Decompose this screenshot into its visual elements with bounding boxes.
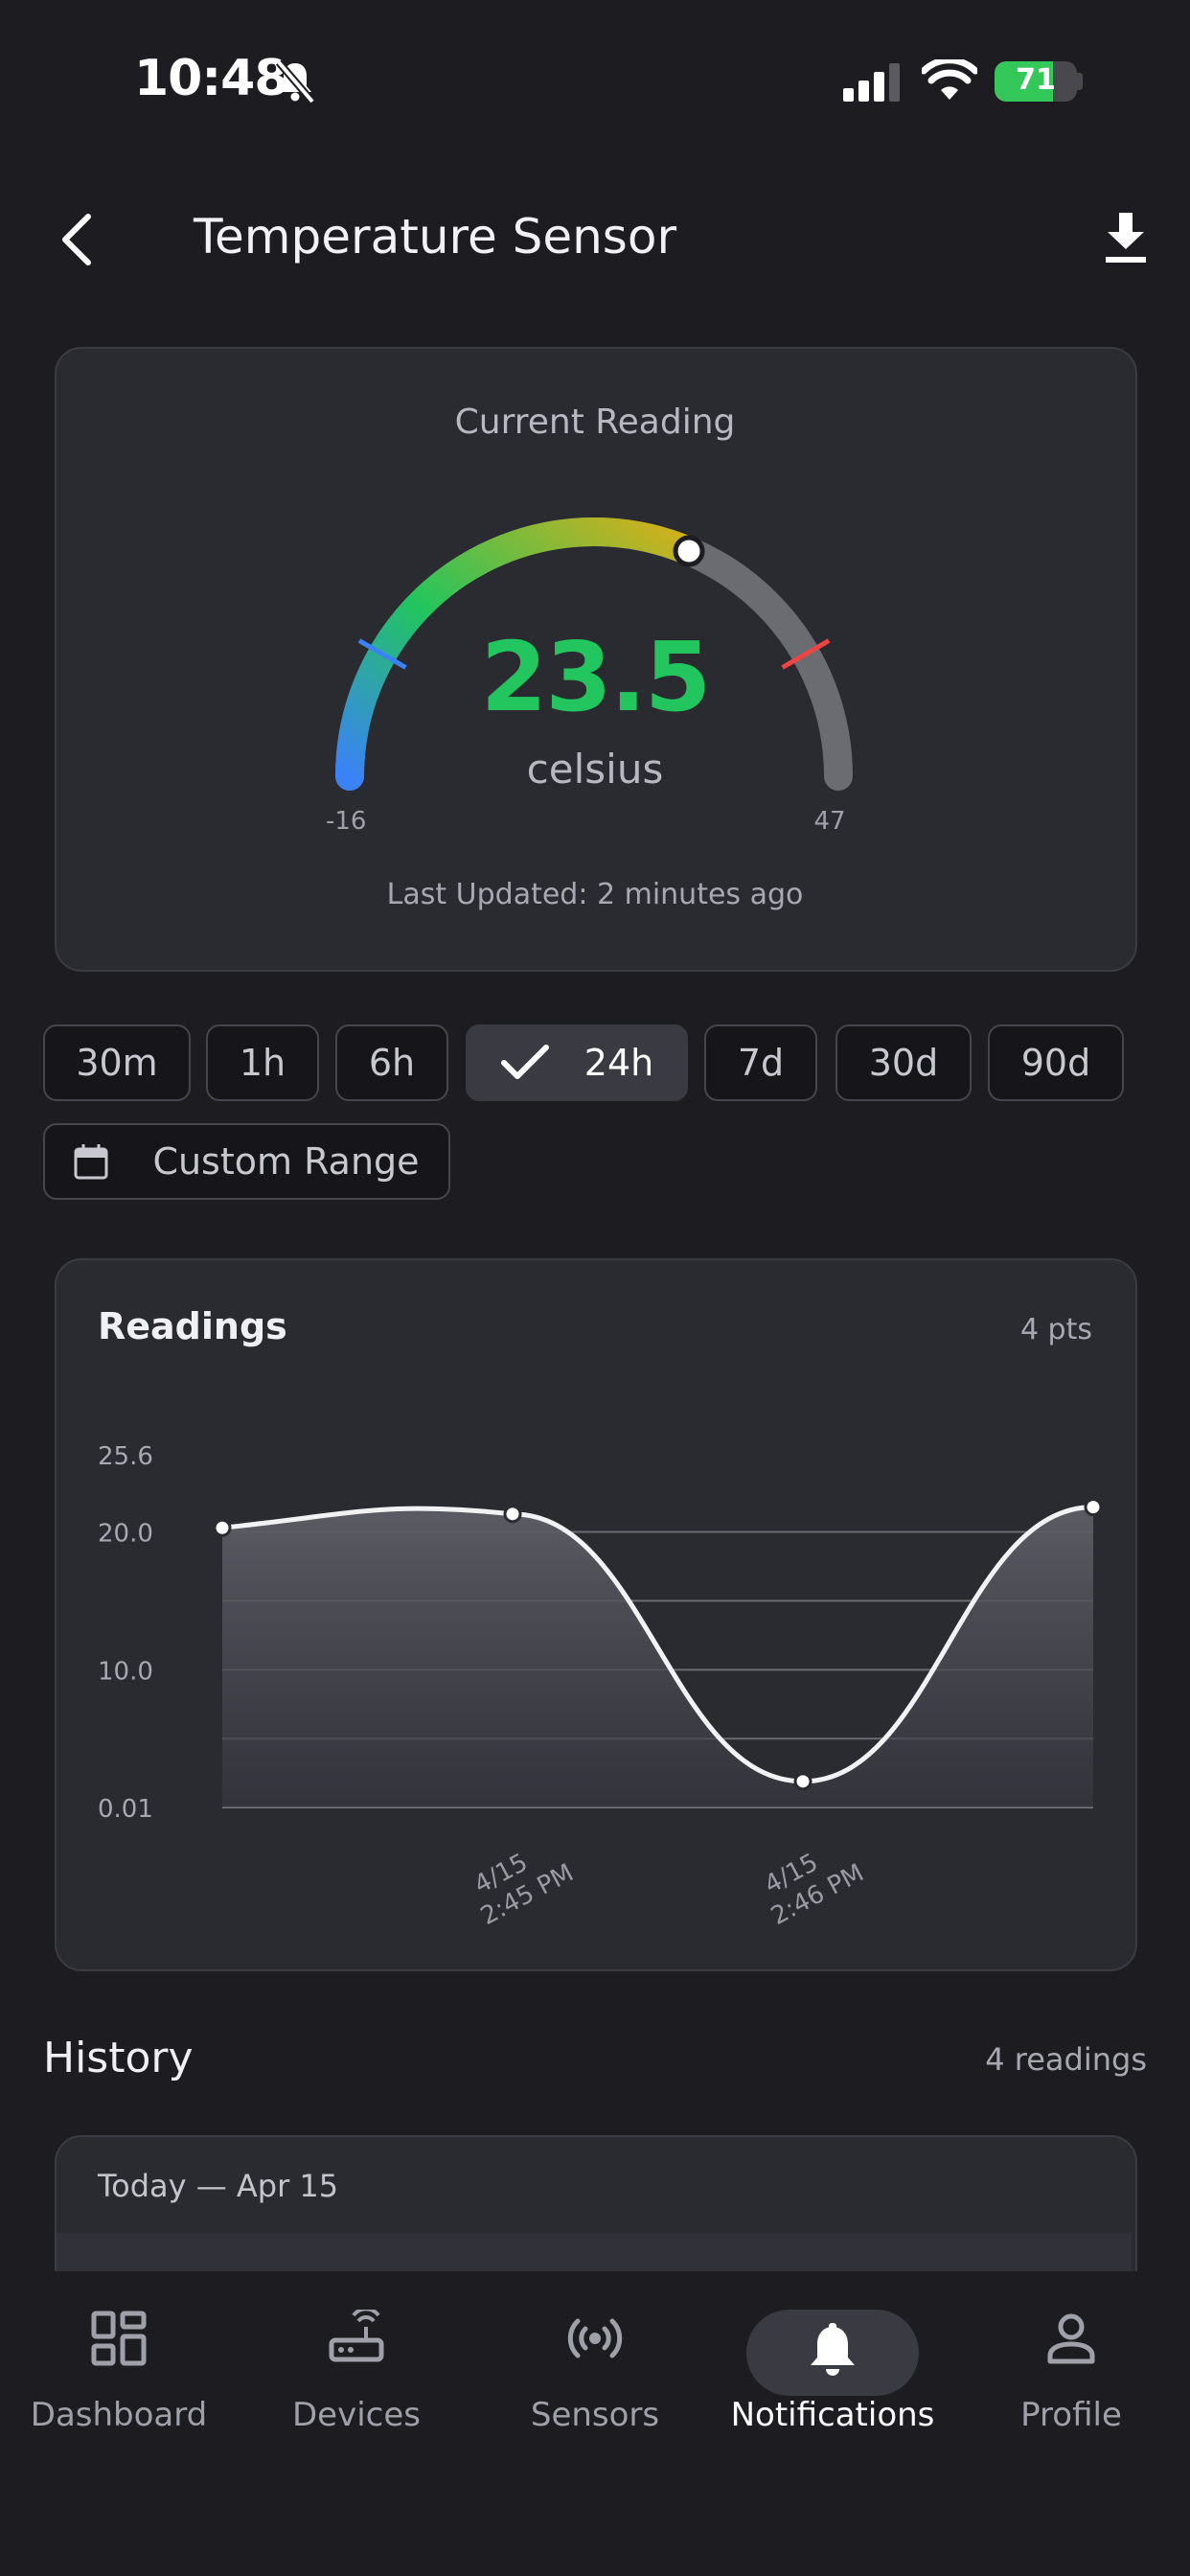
- reading-unit: celsius: [526, 746, 664, 793]
- chart-data-point[interactable]: [793, 1772, 812, 1791]
- readings-chart: 25.6 20.0 10.0 0.01 4/152:45 PM 4/152:46 PM: [98, 1442, 1103, 1931]
- bell-icon: [811, 2323, 855, 2376]
- nav-label: Devices: [292, 2396, 421, 2434]
- range-chip-7d[interactable]: 7d: [704, 1024, 817, 1101]
- current-reading-title: Current Reading: [454, 402, 736, 442]
- status-time: 10:48: [134, 50, 289, 107]
- nav-item-sensors[interactable]: Sensors: [476, 2310, 714, 2434]
- calendar-icon: [74, 1144, 108, 1180]
- range-chip-label: 90d: [1020, 1042, 1091, 1084]
- nav-item-notifications[interactable]: Notifications: [714, 2310, 951, 2434]
- router-icon: [329, 2310, 384, 2362]
- page-title: Temperature Sensor: [194, 209, 677, 264]
- chart-point-count: 4 pts: [1019, 1313, 1092, 1346]
- nav-item-dashboard[interactable]: Dashboard: [0, 2310, 238, 2434]
- battery-indicator: 71: [995, 61, 1077, 102]
- custom-range-button[interactable]: Custom Range: [43, 1123, 450, 1200]
- nav-label: Dashboard: [30, 2396, 208, 2434]
- history-count: 4 readings: [985, 2041, 1147, 2078]
- x-tick-label: 4/152:45 PM: [462, 1831, 579, 1931]
- chart-data-point[interactable]: [213, 1518, 232, 1537]
- range-chip-1h[interactable]: 1h: [206, 1024, 319, 1101]
- download-icon[interactable]: [1102, 211, 1150, 264]
- chart-title: Readings: [98, 1305, 287, 1347]
- range-chip-label: 30d: [868, 1042, 939, 1084]
- gauge-min-label: -16: [326, 807, 367, 836]
- battery-nub: [1077, 73, 1083, 90]
- chart-data-point[interactable]: [1084, 1498, 1103, 1517]
- nav-label: Profile: [1020, 2396, 1122, 2434]
- range-chip-label: 24h: [584, 1042, 654, 1084]
- nav-label: Notifications: [730, 2396, 935, 2434]
- range-chip-6h[interactable]: 6h: [335, 1024, 448, 1101]
- nav-label: Sensors: [530, 2396, 660, 2434]
- battery-level: 71: [1016, 63, 1056, 97]
- y-tick-label: 10.0: [98, 1657, 153, 1686]
- range-chip-24h[interactable]: 24h: [466, 1024, 688, 1101]
- y-tick-label: 20.0: [98, 1520, 153, 1549]
- last-updated-text: Last Updated: 2 minutes ago: [386, 878, 804, 911]
- back-chevron-icon[interactable]: [57, 211, 96, 268]
- history-title: History: [43, 2034, 194, 2082]
- custom-range-label: Custom Range: [152, 1140, 420, 1183]
- range-chip-30m[interactable]: 30m: [43, 1024, 191, 1101]
- range-chip-label: 1h: [239, 1042, 286, 1084]
- dashboard-icon: [91, 2311, 147, 2366]
- y-tick-label: 25.6: [98, 1442, 153, 1471]
- history-group-label: Today — Apr 15: [98, 2168, 339, 2204]
- gauge-max-label: 47: [813, 807, 846, 836]
- range-chip-30d[interactable]: 30d: [835, 1024, 972, 1101]
- reading-value: 23.5: [480, 621, 712, 733]
- y-tick-label: 0.01: [98, 1795, 153, 1824]
- bell-muted-icon: [275, 59, 316, 104]
- history-row-divider: [57, 2233, 1132, 2271]
- check-icon: [500, 1045, 549, 1079]
- wifi-icon: [922, 59, 977, 100]
- cellular-signal-icon: [843, 63, 900, 102]
- range-chip-label: 30m: [76, 1042, 158, 1084]
- range-chip-label: 7d: [737, 1042, 785, 1084]
- x-tick-label: 4/152:46 PM: [752, 1831, 869, 1931]
- nav-item-devices[interactable]: Devices: [238, 2310, 475, 2434]
- person-icon: [1047, 2313, 1095, 2364]
- chart-data-point[interactable]: [503, 1505, 522, 1524]
- nav-item-profile[interactable]: Profile: [952, 2310, 1190, 2434]
- gauge-knob: [673, 535, 705, 567]
- range-chip-90d[interactable]: 90d: [988, 1024, 1124, 1101]
- range-chip-label: 6h: [368, 1042, 416, 1084]
- chart-area-fill: [222, 1506, 1093, 1807]
- sensor-icon: [567, 2318, 623, 2358]
